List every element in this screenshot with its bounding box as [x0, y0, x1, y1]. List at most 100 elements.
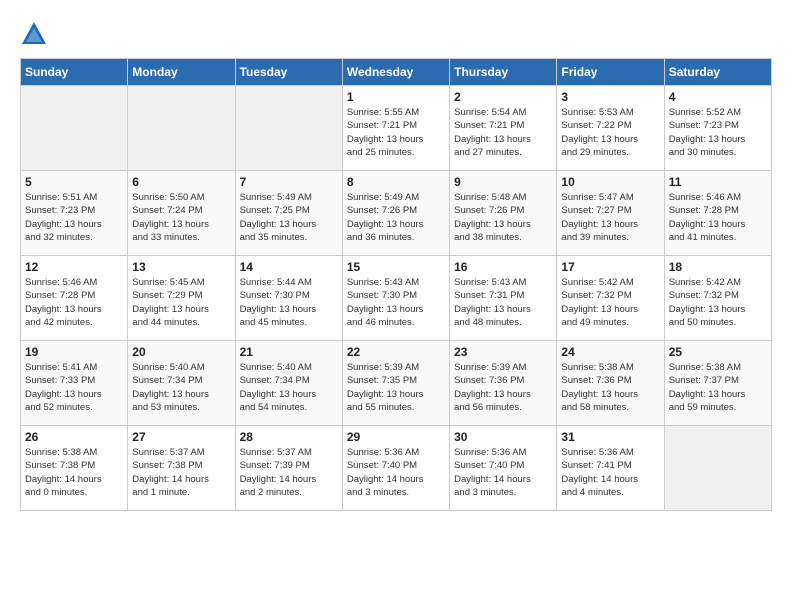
weekday-header-saturday: Saturday [664, 59, 771, 86]
weekday-header-sunday: Sunday [21, 59, 128, 86]
day-number: 21 [240, 345, 338, 359]
day-info: Sunrise: 5:46 AM Sunset: 7:28 PM Dayligh… [25, 276, 123, 329]
calendar-cell [128, 86, 235, 171]
day-info: Sunrise: 5:54 AM Sunset: 7:21 PM Dayligh… [454, 106, 552, 159]
calendar-week-5: 26 Sunrise: 5:38 AM Sunset: 7:38 PM Dayli… [21, 426, 772, 511]
day-info: Sunrise: 5:52 AM Sunset: 7:23 PM Dayligh… [669, 106, 767, 159]
calendar-cell: 13 Sunrise: 5:45 AM Sunset: 7:29 PM Dayli… [128, 256, 235, 341]
day-info: Sunrise: 5:36 AM Sunset: 7:41 PM Dayligh… [561, 446, 659, 499]
day-number: 18 [669, 260, 767, 274]
day-info: Sunrise: 5:41 AM Sunset: 7:33 PM Dayligh… [25, 361, 123, 414]
day-info: Sunrise: 5:36 AM Sunset: 7:40 PM Dayligh… [347, 446, 445, 499]
day-number: 13 [132, 260, 230, 274]
day-info: Sunrise: 5:39 AM Sunset: 7:36 PM Dayligh… [454, 361, 552, 414]
calendar-week-3: 12Sunrise: 5:46 AM Sunset: 7:28 PM Dayli… [21, 256, 772, 341]
day-number: 19 [25, 345, 123, 359]
day-number: 26 [25, 430, 123, 444]
page-header [20, 20, 772, 48]
day-number: 11 [669, 175, 767, 189]
calendar-cell: 9 Sunrise: 5:48 AM Sunset: 7:26 PM Daylig… [450, 171, 557, 256]
day-number: 27 [132, 430, 230, 444]
day-info: Sunrise: 5:38 AM Sunset: 7:36 PM Dayligh… [561, 361, 659, 414]
day-number: 31 [561, 430, 659, 444]
day-info: Sunrise: 5:51 AM Sunset: 7:23 PM Dayligh… [25, 191, 123, 244]
calendar-cell: 22Sunrise: 5:39 AM Sunset: 7:35 PM Dayli… [342, 341, 449, 426]
day-info: Sunrise: 5:37 AM Sunset: 7:39 PM Dayligh… [240, 446, 338, 499]
day-info: Sunrise: 5:49 AM Sunset: 7:25 PM Dayligh… [240, 191, 338, 244]
day-number: 1 [347, 90, 445, 104]
day-info: Sunrise: 5:40 AM Sunset: 7:34 PM Dayligh… [240, 361, 338, 414]
day-number: 4 [669, 90, 767, 104]
day-number: 10 [561, 175, 659, 189]
calendar-cell: 19 Sunrise: 5:41 AM Sunset: 7:33 PM Dayli… [21, 341, 128, 426]
day-number: 29 [347, 430, 445, 444]
day-info: Sunrise: 5:43 AM Sunset: 7:30 PM Dayligh… [347, 276, 445, 329]
day-number: 24 [561, 345, 659, 359]
calendar-cell: 10 Sunrise: 5:47 AM Sunset: 7:27 PM Dayli… [557, 171, 664, 256]
day-number: 14 [240, 260, 338, 274]
calendar-cell: 1 Sunrise: 5:55 AM Sunset: 7:21 PM Daylig… [342, 86, 449, 171]
logo [20, 20, 52, 48]
day-number: 16 [454, 260, 552, 274]
calendar-week-4: 19 Sunrise: 5:41 AM Sunset: 7:33 PM Dayli… [21, 341, 772, 426]
calendar-cell: 25 Sunrise: 5:38 AM Sunset: 7:37 PM Dayli… [664, 341, 771, 426]
calendar-cell: 23Sunrise: 5:39 AM Sunset: 7:36 PM Dayli… [450, 341, 557, 426]
calendar-cell: 29 Sunrise: 5:36 AM Sunset: 7:40 PM Dayli… [342, 426, 449, 511]
weekday-header-monday: Monday [128, 59, 235, 86]
day-info: Sunrise: 5:37 AM Sunset: 7:38 PM Dayligh… [132, 446, 230, 499]
day-info: Sunrise: 5:44 AM Sunset: 7:30 PM Dayligh… [240, 276, 338, 329]
weekday-header-row: SundayMondayTuesdayWednesdayThursdayFrid… [21, 59, 772, 86]
calendar-cell: 15 Sunrise: 5:43 AM Sunset: 7:30 PM Dayli… [342, 256, 449, 341]
day-info: Sunrise: 5:42 AM Sunset: 7:32 PM Dayligh… [561, 276, 659, 329]
day-number: 3 [561, 90, 659, 104]
day-number: 17 [561, 260, 659, 274]
day-info: Sunrise: 5:40 AM Sunset: 7:34 PM Dayligh… [132, 361, 230, 414]
day-number: 30 [454, 430, 552, 444]
calendar-cell: 24 Sunrise: 5:38 AM Sunset: 7:36 PM Dayli… [557, 341, 664, 426]
day-number: 7 [240, 175, 338, 189]
day-info: Sunrise: 5:38 AM Sunset: 7:38 PM Dayligh… [25, 446, 123, 499]
calendar-cell: 17 Sunrise: 5:42 AM Sunset: 7:32 PM Dayli… [557, 256, 664, 341]
calendar-cell: 3Sunrise: 5:53 AM Sunset: 7:22 PM Daylig… [557, 86, 664, 171]
calendar-cell: 12Sunrise: 5:46 AM Sunset: 7:28 PM Dayli… [21, 256, 128, 341]
calendar-cell: 28 Sunrise: 5:37 AM Sunset: 7:39 PM Dayli… [235, 426, 342, 511]
calendar-cell [235, 86, 342, 171]
day-info: Sunrise: 5:48 AM Sunset: 7:26 PM Dayligh… [454, 191, 552, 244]
calendar-table: SundayMondayTuesdayWednesdayThursdayFrid… [20, 58, 772, 511]
calendar-cell: 8 Sunrise: 5:49 AM Sunset: 7:26 PM Daylig… [342, 171, 449, 256]
day-number: 15 [347, 260, 445, 274]
day-info: Sunrise: 5:55 AM Sunset: 7:21 PM Dayligh… [347, 106, 445, 159]
weekday-header-thursday: Thursday [450, 59, 557, 86]
day-info: Sunrise: 5:49 AM Sunset: 7:26 PM Dayligh… [347, 191, 445, 244]
day-number: 9 [454, 175, 552, 189]
calendar-cell [21, 86, 128, 171]
day-info: Sunrise: 5:46 AM Sunset: 7:28 PM Dayligh… [669, 191, 767, 244]
day-number: 28 [240, 430, 338, 444]
day-info: Sunrise: 5:36 AM Sunset: 7:40 PM Dayligh… [454, 446, 552, 499]
day-number: 5 [25, 175, 123, 189]
calendar-cell: 21 Sunrise: 5:40 AM Sunset: 7:34 PM Dayli… [235, 341, 342, 426]
calendar-cell: 16Sunrise: 5:43 AM Sunset: 7:31 PM Dayli… [450, 256, 557, 341]
day-info: Sunrise: 5:38 AM Sunset: 7:37 PM Dayligh… [669, 361, 767, 414]
calendar-cell: 11 Sunrise: 5:46 AM Sunset: 7:28 PM Dayli… [664, 171, 771, 256]
calendar-cell: 18 Sunrise: 5:42 AM Sunset: 7:32 PM Dayli… [664, 256, 771, 341]
day-number: 25 [669, 345, 767, 359]
day-info: Sunrise: 5:50 AM Sunset: 7:24 PM Dayligh… [132, 191, 230, 244]
day-info: Sunrise: 5:42 AM Sunset: 7:32 PM Dayligh… [669, 276, 767, 329]
day-number: 8 [347, 175, 445, 189]
calendar-cell: 7 Sunrise: 5:49 AM Sunset: 7:25 PM Daylig… [235, 171, 342, 256]
calendar-cell: 14 Sunrise: 5:44 AM Sunset: 7:30 PM Dayli… [235, 256, 342, 341]
day-info: Sunrise: 5:45 AM Sunset: 7:29 PM Dayligh… [132, 276, 230, 329]
weekday-header-wednesday: Wednesday [342, 59, 449, 86]
logo-icon [20, 20, 48, 48]
calendar-cell: 20 Sunrise: 5:40 AM Sunset: 7:34 PM Dayli… [128, 341, 235, 426]
calendar-cell: 6Sunrise: 5:50 AM Sunset: 7:24 PM Daylig… [128, 171, 235, 256]
day-number: 20 [132, 345, 230, 359]
calendar-cell: 5 Sunrise: 5:51 AM Sunset: 7:23 PM Daylig… [21, 171, 128, 256]
calendar-cell: 27 Sunrise: 5:37 AM Sunset: 7:38 PM Dayli… [128, 426, 235, 511]
calendar-cell: 2Sunrise: 5:54 AM Sunset: 7:21 PM Daylig… [450, 86, 557, 171]
calendar-cell: 30 Sunrise: 5:36 AM Sunset: 7:40 PM Dayli… [450, 426, 557, 511]
calendar-cell: 4 Sunrise: 5:52 AM Sunset: 7:23 PM Daylig… [664, 86, 771, 171]
day-info: Sunrise: 5:47 AM Sunset: 7:27 PM Dayligh… [561, 191, 659, 244]
weekday-header-tuesday: Tuesday [235, 59, 342, 86]
